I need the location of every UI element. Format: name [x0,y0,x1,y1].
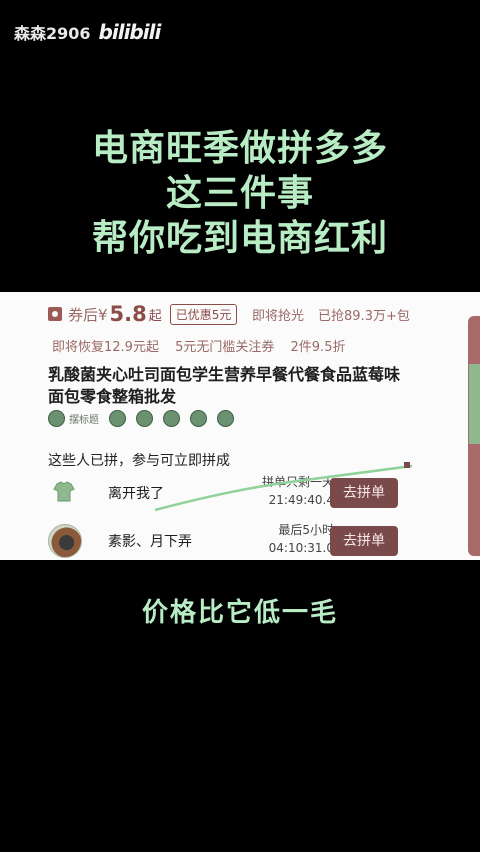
headline-line-2: 这三件事 [165,173,314,214]
promo-multi-discount: 2件9.5折 [290,340,346,355]
tag-icon [136,410,153,427]
promo-no-threshold-coupon[interactable]: 5元无门槛关注券 [175,340,274,355]
group-row: 素影、月下弄 最后5小时 04:10:31.0 去拼单 [48,520,408,560]
watermark: 森森2906 bilibili [14,20,162,44]
group-member-name: 素影、月下弄 [108,534,192,550]
tag-icon [109,410,126,427]
group-countdown: 最后5小时 04:10:31.0 [248,521,334,557]
product-screenshot-card: 券后¥ 5.8 起 已优惠5元 即将抢光 已抢89.3万+包 即将恢复12.9元起… [0,292,480,560]
tag-icon [163,410,180,427]
headline: 电商旺季做拼多多 这三件事 帮你吃到电商红利 [0,126,480,261]
tag-icon [190,410,207,427]
video-caption: 价格比它低一毛 [141,598,338,628]
countdown-label: 最后5小时 [278,523,334,537]
side-panel-accent [469,364,480,444]
bilibili-logo: bilibili [98,20,162,44]
product-tags: 摆标题 [48,410,234,427]
sold-count: 已抢89.3万+包 [318,309,410,324]
join-group-button[interactable]: 去拼单 [330,526,398,556]
tag-icon [217,410,234,427]
price-label: 券后¥ [68,305,108,324]
tag-label: 摆标题 [69,415,99,426]
promo-row: 即将恢复12.9元起 5元无门槛关注券 2件9.5折 [52,336,357,355]
headline-line-3: 帮你吃到电商红利 [91,218,388,259]
product-title: 乳酸菌夹心吐司面包学生营养早餐代餐食品蓝莓味面包零食整箱批发 [48,365,401,406]
headline-line-1: 电商旺季做拼多多 [91,128,388,169]
shirt-icon [53,481,75,502]
promo-restore: 即将恢复12.9元起 [52,340,159,355]
tag-icon [48,410,65,427]
price-value: 5.8 [109,302,147,326]
discount-badge: 已优惠5元 [169,303,238,325]
countdown-value: 04:10:31.0 [268,541,334,555]
price-row: 券后¥ 5.8 起 已优惠5元 [48,302,238,326]
sold-status: 即将抢光 [252,309,305,324]
avatar [48,476,80,508]
watermark-user: 森森2906 [14,24,91,43]
sold-info: 即将抢光 已抢89.3万+包 [252,305,424,324]
annotation-stroke [154,462,413,512]
coupon-icon [48,307,62,321]
avatar [48,524,82,558]
price-suffix: 起 [148,308,162,324]
